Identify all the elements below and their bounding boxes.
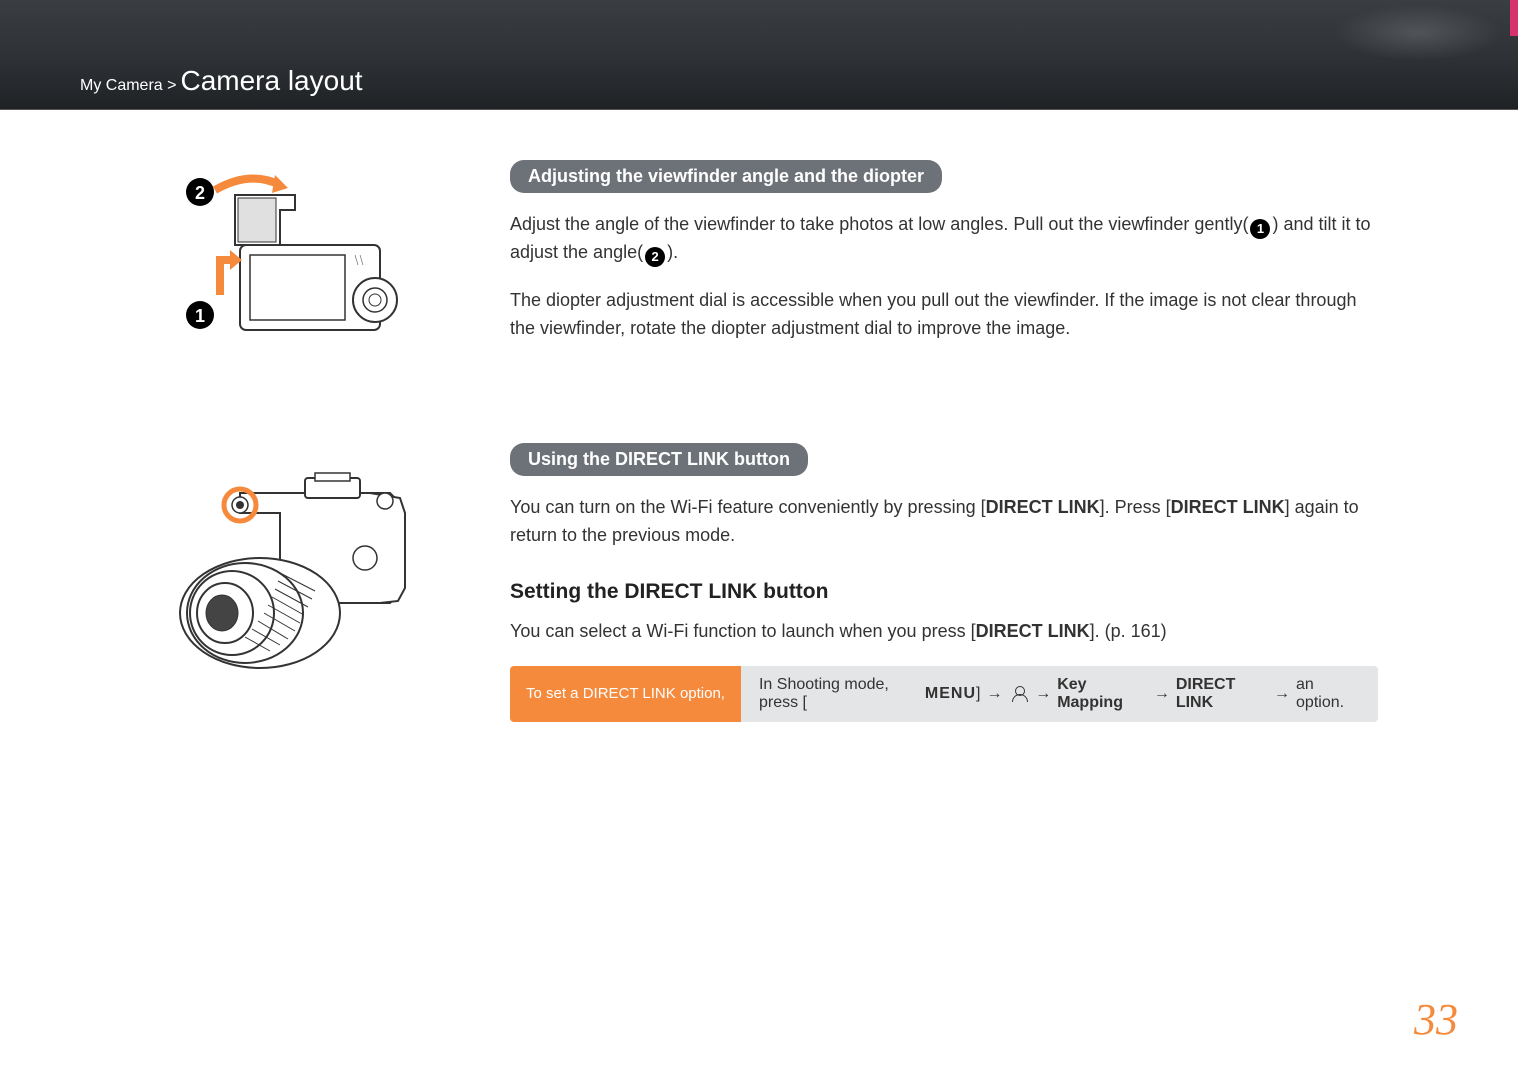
user-icon [1012,686,1025,702]
breadcrumb-current: Camera layout [180,65,362,97]
heading-viewfinder: Adjusting the viewfinder angle and the d… [510,160,942,193]
paragraph-directlink-2: You can select a Wi-Fi function to launc… [510,618,1378,646]
bold-directlink: DIRECT LINK [1176,676,1268,712]
num-circle-2: 2 [645,247,665,267]
illustration-viewfinder: 2 1 [140,160,480,363]
num-circle-1: 1 [1250,219,1270,239]
paragraph-viewfinder-2: The diopter adjustment dial is accessibl… [510,287,1378,343]
callout-body: In Shooting mode, press [MENU] → → Key M… [741,666,1378,722]
callout-label: To set a DIRECT LINK option, [510,666,741,722]
text-fragment: You can turn on the Wi-Fi feature conven… [510,497,986,517]
text-fragment: ]. (p. 161) [1090,621,1167,641]
subheading-setting: Setting the DIRECT LINK button [510,580,1378,604]
text-fragment: ). [667,242,678,262]
svg-text:2: 2 [195,183,205,203]
header-decoration [1018,0,1518,110]
text-column-2: Using the DIRECT LINK button You can tur… [480,443,1378,722]
text-fragment: You can select a Wi-Fi function to launc… [510,621,976,641]
camera-viewfinder-diagram: 2 1 [180,160,410,350]
text-fragment: ] [976,685,980,703]
callout-row: To set a DIRECT LINK option, In Shooting… [510,666,1378,722]
text-fragment: an option. [1296,676,1360,712]
text-fragment: In Shooting mode, press [ [759,676,925,712]
breadcrumb-parent: My Camera > [80,77,176,95]
bold-keymapping: Key Mapping [1057,676,1148,712]
menu-label: MENU [925,685,976,703]
paragraph-directlink-1: You can turn on the Wi-Fi feature conven… [510,494,1378,550]
svg-text:1: 1 [195,306,205,326]
bold-directlink: DIRECT LINK [986,497,1100,517]
heading-directlink: Using the DIRECT LINK button [510,443,808,476]
camera-directlink-diagram [160,443,420,683]
arrow-icon: → [1154,685,1170,703]
illustration-directlink [140,443,480,722]
page-header: My Camera > Camera layout [0,0,1518,110]
bold-directlink: DIRECT LINK [976,621,1090,641]
paragraph-viewfinder-1: Adjust the angle of the viewfinder to ta… [510,211,1378,267]
text-fragment: ]. Press [ [1100,497,1171,517]
content-area: 2 1 Adjusting the viewfinder angle and t… [0,110,1518,802]
arrow-icon: → [986,685,1002,703]
page-number: 33 [1414,994,1458,1045]
arrow-icon: → [1274,685,1290,703]
bold-directlink: DIRECT LINK [1171,497,1285,517]
breadcrumb: My Camera > Camera layout [80,65,363,97]
text-column-1: Adjusting the viewfinder angle and the d… [480,160,1378,363]
accent-bar [1510,0,1518,36]
arrow-icon: → [1035,685,1051,703]
section-viewfinder: 2 1 Adjusting the viewfinder angle and t… [140,160,1378,363]
section-directlink: Using the DIRECT LINK button You can tur… [140,443,1378,722]
text-fragment: Adjust the angle of the viewfinder to ta… [510,214,1248,234]
